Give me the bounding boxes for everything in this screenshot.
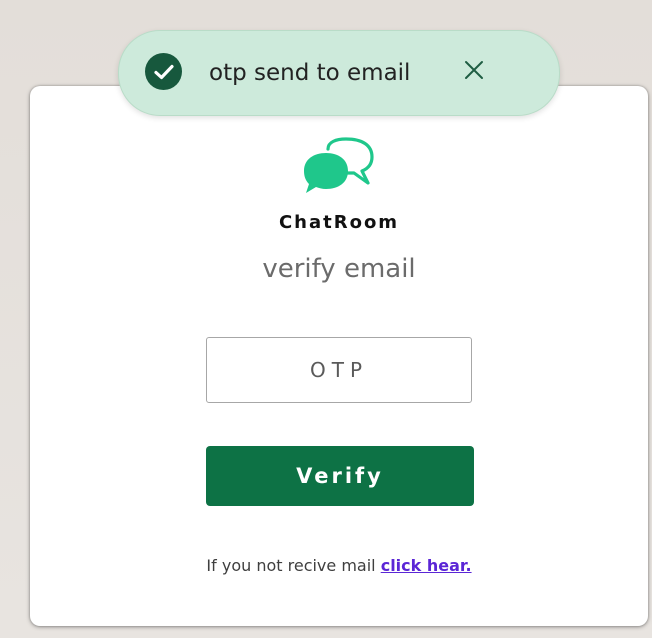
otp-input[interactable] [206, 337, 472, 403]
close-icon[interactable] [459, 55, 489, 85]
page-subtitle: verify email [262, 254, 416, 284]
brand-name: ChatRoom [278, 212, 400, 233]
verify-button[interactable]: Verify [206, 446, 474, 506]
toast-message: otp send to email [209, 60, 411, 86]
chat-bubbles-icon [300, 137, 378, 197]
check-circle-icon [145, 53, 182, 90]
resend-link[interactable]: click hear. [381, 556, 472, 575]
resend-prompt: If you not recive mail click hear. [0, 556, 652, 575]
toast-notification: otp send to email [118, 30, 560, 116]
resend-prompt-text: If you not recive mail [206, 556, 381, 575]
